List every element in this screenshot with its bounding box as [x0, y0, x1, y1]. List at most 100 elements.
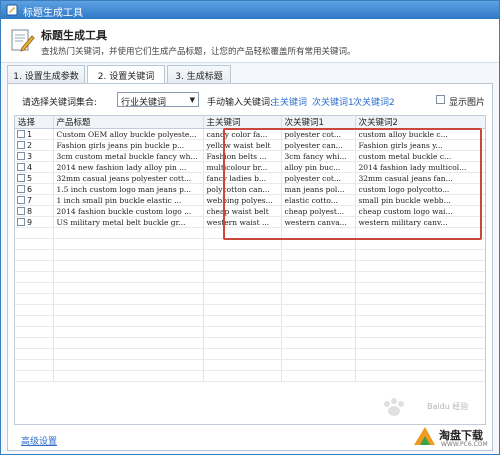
secondary-keyword1-cell[interactable]: man jeans pol... [281, 183, 356, 195]
secondary-keyword2-cell[interactable]: custom alloy buckle c... [355, 128, 485, 140]
row-checkbox[interactable] [17, 130, 25, 138]
secondary-keyword1-cell[interactable]: elastic cotto... [281, 194, 356, 206]
tab-generate-titles[interactable]: 3. 生成标题 [167, 65, 231, 83]
show-image-checkbox[interactable] [436, 95, 445, 104]
column-header-main-keyword[interactable]: 主关键词 [203, 116, 282, 129]
empty-cell [355, 315, 485, 327]
secondary-keyword1-cell[interactable]: 3cm fancy whi... [281, 150, 356, 162]
secondary-keyword1-cell[interactable]: western canva... [281, 216, 356, 228]
secondary-keyword2-cell[interactable]: 32mm casual jeans fan... [355, 172, 485, 184]
empty-cell [203, 315, 282, 327]
secondary-keyword2-link[interactable]: 次关键词2 [353, 95, 395, 108]
show-image-toggle[interactable]: 显示图片 [436, 93, 496, 108]
secondary-keyword2-cell[interactable]: Fashion girls jeans y... [355, 139, 485, 151]
empty-cell [355, 370, 485, 382]
row-select-cell[interactable]: 4 [15, 161, 54, 173]
table-row[interactable]: 1 Custom OEM alloy buckle polyeste... cand… [15, 128, 485, 140]
row-select-cell[interactable]: 2 [15, 139, 54, 151]
empty-cell [15, 370, 54, 382]
product-title-cell[interactable]: 2014 fashion buckle custom logo ... [53, 205, 204, 217]
tab-generation-params[interactable]: 1. 设置生成参数 [7, 65, 85, 83]
table-row[interactable]: 8 2014 fashion buckle custom logo ... chea… [15, 205, 485, 217]
advanced-settings-link[interactable]: 高级设置 [21, 434, 57, 447]
empty-cell [281, 337, 356, 349]
main-keyword-cell[interactable]: western waist ... [203, 216, 282, 228]
row-select-cell[interactable]: 8 [15, 205, 54, 217]
empty-cell [15, 249, 54, 261]
main-keyword-cell[interactable]: Fashion belts ... [203, 150, 282, 162]
main-keyword-cell[interactable]: webbing polyes... [203, 194, 282, 206]
manual-input-label: 手动输入关键词: [207, 98, 274, 108]
secondary-keyword1-cell[interactable]: polyester cot... [281, 128, 356, 140]
secondary-keyword1-cell[interactable]: polyester can... [281, 139, 356, 151]
empty-cell [203, 282, 282, 294]
row-select-cell[interactable]: 6 [15, 183, 54, 195]
row-checkbox[interactable] [17, 207, 25, 215]
secondary-keyword2-cell[interactable]: custom metal buckle c... [355, 150, 485, 162]
secondary-keyword2-cell[interactable]: cheap custom logo wai... [355, 205, 485, 217]
row-select-cell[interactable]: 5 [15, 172, 54, 184]
main-keyword-cell[interactable]: candy color fa... [203, 128, 282, 140]
table-row[interactable]: 9 US military metal belt buckle gr... west… [15, 216, 485, 228]
main-keyword-cell[interactable]: cheap waist belt [203, 205, 282, 217]
empty-cell [355, 359, 485, 371]
row-select-cell[interactable]: 7 [15, 194, 54, 206]
empty-table-row [15, 359, 485, 371]
row-select-cell[interactable]: 1 [15, 128, 54, 140]
empty-cell [15, 304, 54, 316]
secondary-keyword2-cell[interactable]: western military canv... [355, 216, 485, 228]
product-title-cell[interactable]: 2014 new fashion lady alloy pin ... [53, 161, 204, 173]
table-row[interactable]: 6 1.5 inch custom logo man jeans p... poly… [15, 183, 485, 195]
secondary-keyword2-cell[interactable]: custom logo polycotto... [355, 183, 485, 195]
product-title-cell[interactable]: Custom OEM alloy buckle polyeste... [53, 128, 204, 140]
secondary-keyword1-cell[interactable]: cheap polyest... [281, 205, 356, 217]
row-select-cell[interactable]: 9 [15, 216, 54, 228]
secondary-keyword2-cell[interactable]: small pin buckle webb... [355, 194, 485, 206]
main-keyword-cell[interactable]: polycotton can... [203, 183, 282, 195]
product-title-cell[interactable]: 1 inch small pin buckle elastic ... [53, 194, 204, 206]
table-row[interactable]: 5 32mm casual jeans polyester cott... fanc… [15, 172, 485, 184]
secondary-keyword1-link[interactable]: 次关键词1 [312, 95, 354, 108]
main-keyword-cell[interactable]: yellow waist belt [203, 139, 282, 151]
row-checkbox[interactable] [17, 163, 25, 171]
table-row[interactable]: 2 Fashion girls jeans pin buckle p... yell… [15, 139, 485, 151]
row-checkbox[interactable] [17, 196, 25, 204]
main-keyword-cell[interactable]: fancy ladies b... [203, 172, 282, 184]
row-checkbox[interactable] [17, 185, 25, 193]
table-row[interactable]: 3 3cm custom metal buckle fancy wh... Fash… [15, 150, 485, 162]
main-keyword-link[interactable]: 主关键词 [271, 95, 307, 108]
row-select-cell[interactable]: 3 [15, 150, 54, 162]
table-row[interactable]: 7 1 inch small pin buckle elastic ... webb… [15, 194, 485, 206]
secondary-keyword1-cell[interactable]: polyester cot... [281, 172, 356, 184]
empty-cell [281, 227, 356, 239]
column-header-title[interactable]: 产品标题 [53, 116, 204, 129]
collection-select[interactable]: 行业关键词 ▼ [117, 92, 199, 108]
row-checkbox[interactable] [17, 152, 25, 160]
table-row[interactable]: 4 2014 new fashion lady alloy pin ... mult… [15, 161, 485, 173]
row-checkbox[interactable] [17, 141, 25, 149]
empty-cell [15, 227, 54, 239]
empty-cell [53, 238, 204, 250]
row-checkbox[interactable] [17, 174, 25, 182]
main-keyword-cell[interactable]: multicolour br... [203, 161, 282, 173]
empty-table-row [15, 238, 485, 250]
product-title-cell[interactable]: 1.5 inch custom logo man jeans p... [53, 183, 204, 195]
empty-cell [53, 227, 204, 239]
column-header-select[interactable]: 选择 [15, 116, 54, 129]
row-checkbox[interactable] [17, 218, 25, 226]
app-window: 标题生成工具 标题生成工具 查找热门关键词，并使用它们生成产品标题，让您的产品轻… [0, 0, 500, 455]
column-header-secondary2[interactable]: 次关键词2 [355, 116, 485, 129]
product-title-cell[interactable]: 3cm custom metal buckle fancy wh... [53, 150, 204, 162]
empty-cell [15, 271, 54, 283]
empty-table-row [15, 227, 485, 239]
secondary-keyword1-cell[interactable]: alloy pin buc... [281, 161, 356, 173]
title-bar[interactable]: 标题生成工具 [1, 1, 499, 19]
product-title-cell[interactable]: 32mm casual jeans polyester cott... [53, 172, 204, 184]
empty-cell [281, 249, 356, 261]
column-header-secondary1[interactable]: 次关键词1 [281, 116, 356, 129]
row-number: 4 [27, 162, 33, 172]
product-title-cell[interactable]: Fashion girls jeans pin buckle p... [53, 139, 204, 151]
secondary-keyword2-cell[interactable]: 2014 fashion lady multicol... [355, 161, 485, 173]
product-title-cell[interactable]: US military metal belt buckle gr... [53, 216, 204, 228]
tab-keywords[interactable]: 2. 设置关键词 [87, 65, 165, 84]
